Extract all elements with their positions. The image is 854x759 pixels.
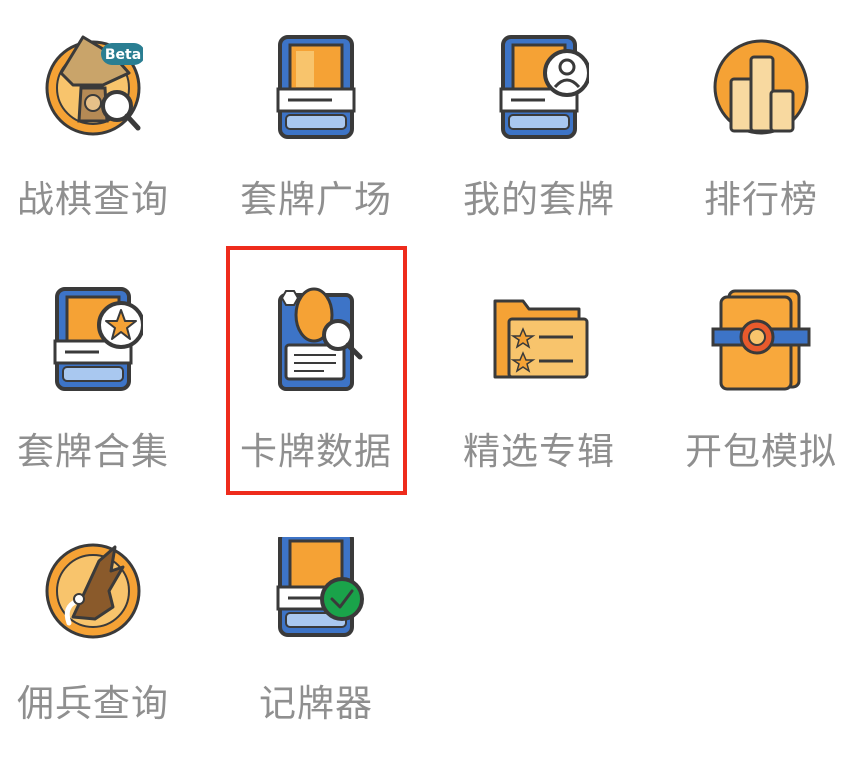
menu-item-label: 套牌合集: [17, 430, 169, 473]
my-deck-icon: [499, 35, 589, 139]
battleground-search-icon: Beta: [45, 35, 143, 136]
leaderboard-icon: [713, 39, 809, 135]
beta-badge: Beta: [105, 47, 141, 63]
featured-album-icon: [493, 299, 589, 379]
deck-square-icon: [276, 35, 356, 139]
menu-item-label: 套牌广场: [240, 178, 392, 221]
menu-item-label: 开包模拟: [685, 430, 837, 473]
menu-item-label: 精选专辑: [463, 430, 615, 473]
mercenary-search-icon: [45, 543, 141, 639]
menu-item-label: 我的套牌: [463, 178, 615, 221]
deck-collection-icon: [53, 287, 143, 391]
pack-opening-icon: [711, 289, 811, 391]
deck-tracker-icon: [276, 537, 364, 637]
menu-item-label: 记牌器: [259, 682, 373, 725]
menu-item-label: 排行榜: [704, 178, 818, 221]
selection-highlight: [226, 246, 407, 495]
menu-item-label: 战棋查询: [17, 178, 169, 221]
menu-item-label: 佣兵查询: [17, 682, 169, 725]
